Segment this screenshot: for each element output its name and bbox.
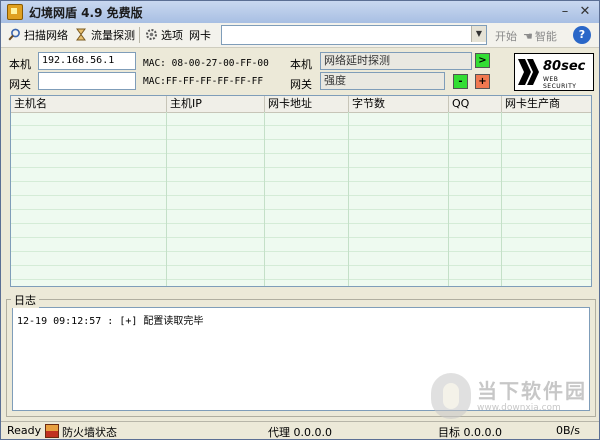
scan-network-button[interactable]: 扫描网络 bbox=[7, 27, 68, 43]
nic-select[interactable]: ▼ bbox=[221, 25, 487, 45]
app-window: 幻境网盾 4.9 免费版 – ✕ 扫描网络 流量探测 选项 网卡 ▼ 开始 ☚ … bbox=[0, 0, 600, 440]
column-mac[interactable]: 网卡地址 bbox=[265, 96, 349, 112]
gateway-right-label: 网关 bbox=[290, 78, 312, 91]
minus-button[interactable]: - bbox=[453, 74, 468, 89]
scan-network-label: 扫描网络 bbox=[24, 29, 68, 42]
hourglass-icon bbox=[74, 28, 88, 42]
strength-field[interactable]: 强度 bbox=[320, 72, 445, 90]
logo-main-text: 80sec bbox=[543, 59, 586, 74]
firewall-label: 防火墙状态 bbox=[62, 426, 117, 439]
column-bytes[interactable]: 字节数 bbox=[349, 96, 449, 112]
column-vendor[interactable]: 网卡生产商 bbox=[502, 96, 591, 112]
latency-probe-field[interactable]: 网络延时探测 bbox=[320, 52, 472, 70]
gateway-ip-field[interactable] bbox=[38, 72, 136, 90]
host-table[interactable]: 主机名 主机IP 网卡地址 字节数 QQ 网卡生产商 bbox=[10, 95, 592, 287]
toolbar-separator bbox=[139, 27, 140, 43]
traffic-detect-button[interactable]: 流量探测 bbox=[74, 27, 135, 43]
help-icon[interactable]: ? bbox=[573, 26, 591, 44]
column-qq[interactable]: QQ bbox=[449, 96, 502, 112]
firewall-icon bbox=[45, 424, 59, 438]
magnifier-icon bbox=[7, 28, 21, 42]
local-right-label: 本机 bbox=[290, 58, 312, 71]
watermark-logo-icon bbox=[431, 373, 471, 419]
column-host-ip[interactable]: 主机IP bbox=[167, 96, 265, 112]
log-title: 日志 bbox=[11, 292, 39, 308]
80sec-logo: 80sec WEB SECURITY bbox=[514, 53, 594, 91]
minimize-button[interactable]: – bbox=[557, 4, 573, 19]
table-body[interactable] bbox=[11, 112, 591, 286]
traffic-detect-label: 流量探测 bbox=[91, 29, 135, 42]
nic-label: 网卡 bbox=[189, 29, 211, 42]
smart-label: 智能 bbox=[534, 30, 557, 43]
log-line: 12-19 09:12:57 : [+] 配置读取完毕 bbox=[17, 316, 204, 327]
gateway-label: 网关 bbox=[9, 78, 31, 91]
watermark-text: 当下软件园 bbox=[477, 379, 587, 403]
target-status: 目标 0.0.0.0 bbox=[438, 426, 502, 439]
status-ready: Ready bbox=[7, 424, 42, 437]
start-button[interactable]: 开始 bbox=[495, 28, 517, 44]
smart-button[interactable]: ☚ 智能 bbox=[523, 28, 557, 44]
column-hostname[interactable]: 主机名 bbox=[11, 96, 167, 112]
proxy-status: 代理 0.0.0.0 bbox=[268, 426, 332, 439]
chevron-down-icon[interactable]: ▼ bbox=[471, 26, 486, 42]
toolbar: 扫描网络 流量探测 选项 网卡 ▼ 开始 ☚ 智能 ? bbox=[1, 23, 599, 48]
rate-status: 0B/s bbox=[556, 424, 580, 437]
firewall-status[interactable]: 防火墙状态 bbox=[45, 424, 117, 439]
plus-button[interactable]: + bbox=[475, 74, 490, 89]
close-button[interactable]: ✕ bbox=[577, 4, 593, 19]
options-label: 选项 bbox=[161, 29, 183, 42]
logo-sub-text: WEB SECURITY bbox=[543, 76, 577, 90]
watermark-url: www.downxia.com bbox=[477, 403, 561, 413]
gateway-mac: MAC:FF-FF-FF-FF-FF-FF bbox=[143, 76, 264, 87]
app-shield-icon bbox=[7, 4, 23, 20]
local-mac: MAC: 08-00-27-00-FF-00 bbox=[143, 58, 269, 69]
title-bar: 幻境网盾 4.9 免费版 – ✕ bbox=[1, 1, 599, 23]
gear-icon bbox=[144, 28, 158, 42]
table-header: 主机名 主机IP 网卡地址 字节数 QQ 网卡生产商 bbox=[11, 96, 591, 113]
local-ip-field[interactable]: 192.168.56.1 bbox=[38, 52, 136, 70]
go-button[interactable]: > bbox=[475, 53, 490, 68]
local-label: 本机 bbox=[9, 58, 31, 71]
options-button[interactable]: 选项 bbox=[144, 27, 183, 43]
status-bar: Ready 防火墙状态 代理 0.0.0.0 目标 0.0.0.0 0B/s bbox=[1, 421, 599, 439]
smart-hand-icon: ☚ bbox=[523, 29, 533, 43]
watermark: 当下软件园 www.downxia.com bbox=[431, 373, 595, 421]
window-title: 幻境网盾 4.9 免费版 bbox=[29, 5, 143, 20]
